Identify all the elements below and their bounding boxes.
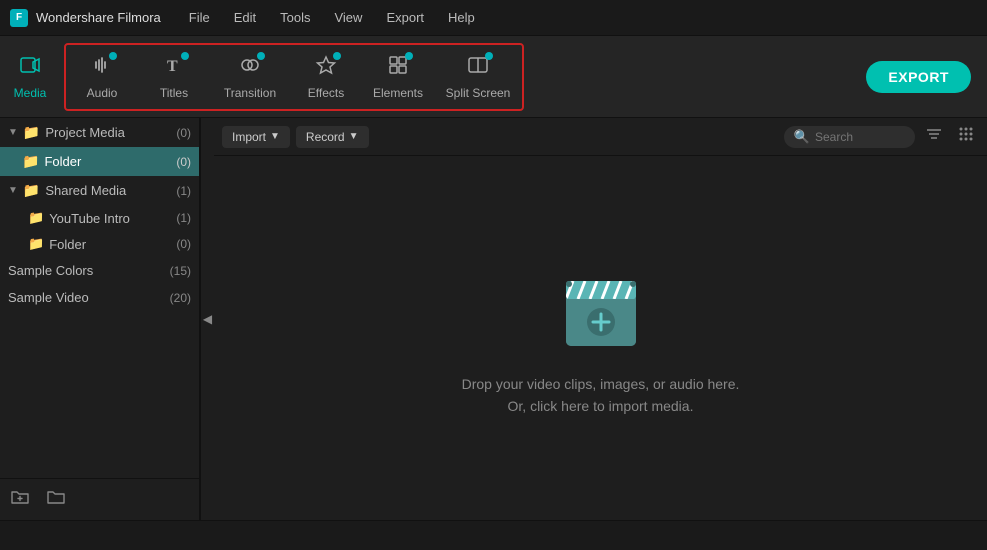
drop-text-line1: Drop your video clips, images, or audio … (462, 373, 740, 395)
filter-icon[interactable] (921, 125, 947, 148)
shared-media-label: Shared Media (45, 183, 126, 198)
svg-text:T: T (167, 58, 178, 75)
toolbar: Media Audio T (0, 36, 987, 118)
import-button[interactable]: Import ▼ (222, 126, 290, 148)
folder-label: Folder (44, 154, 81, 169)
app-logo: F (10, 9, 28, 27)
shared-media-count: (1) (176, 184, 191, 198)
shared-folder-icon: 📁 (28, 236, 44, 252)
toolbar-titles[interactable]: T Titles (138, 45, 210, 109)
sidebar-item-youtube-intro[interactable]: 📁 YouTube Intro (1) (0, 205, 199, 231)
titles-dot (181, 52, 189, 60)
record-label: Record (306, 130, 345, 144)
project-media-chevron: ▼ (8, 127, 18, 138)
drop-text: Drop your video clips, images, or audio … (462, 373, 740, 418)
record-arrow-icon: ▼ (349, 131, 359, 142)
shared-folder-count: (0) (176, 237, 191, 251)
toolbar-split-screen-label: Split Screen (446, 86, 511, 100)
toolbar-audio[interactable]: Audio (66, 45, 138, 109)
folder-icon: 📁 (22, 153, 39, 170)
toolbar-media[interactable]: Media (0, 36, 60, 117)
menu-file[interactable]: File (181, 0, 218, 35)
toolbar-transition[interactable]: Transition (210, 45, 290, 109)
sidebar-collapse-arrow[interactable]: ◀ (200, 118, 214, 520)
toolbar-split-screen[interactable]: Split Screen (434, 45, 522, 109)
menu-help[interactable]: Help (440, 0, 483, 35)
titlebar: F Wondershare Filmora File Edit Tools Vi… (0, 0, 987, 36)
sidebar-item-shared-media[interactable]: ▼ 📁 Shared Media (1) (0, 176, 199, 205)
sidebar-item-project-media[interactable]: ▼ 📁 Project Media (0) (0, 118, 199, 147)
split-screen-icon (467, 54, 489, 82)
secondary-toolbar: Import ▼ Record ▼ 🔍 (214, 118, 987, 156)
sample-colors-count: (15) (170, 264, 191, 278)
shared-folder-label: Folder (49, 237, 86, 252)
drop-text-line2: Or, click here to import media. (462, 395, 740, 417)
media-icon (19, 54, 41, 82)
youtube-intro-count: (1) (176, 211, 191, 225)
toolbar-effects[interactable]: Effects (290, 45, 362, 109)
project-media-count: (0) (176, 126, 191, 140)
shared-media-folder-icon: 📁 (23, 182, 40, 199)
menu-export[interactable]: Export (378, 0, 432, 35)
bottom-bar (0, 520, 987, 550)
toolbar-elements-label: Elements (373, 86, 423, 100)
youtube-intro-folder-icon: 📁 (28, 210, 44, 226)
toolbar-titles-label: Titles (160, 86, 188, 100)
new-folder-icon[interactable] (10, 487, 30, 512)
search-input[interactable] (815, 130, 905, 144)
toolbar-media-label: Media (14, 86, 47, 100)
app-name: Wondershare Filmora (36, 10, 161, 25)
sidebar-item-sample-colors[interactable]: Sample Colors (15) (0, 257, 199, 284)
folder-count: (0) (176, 155, 191, 169)
import-label: Import (232, 130, 266, 144)
toolbar-effects-label: Effects (308, 86, 344, 100)
toolbar-outlined-group: Audio T Titles (64, 43, 524, 111)
content-area: Import ▼ Record ▼ 🔍 (214, 118, 987, 520)
menu-tools[interactable]: Tools (272, 0, 318, 35)
transition-icon (239, 54, 261, 82)
sidebar-footer (0, 478, 199, 520)
youtube-intro-label: YouTube Intro (49, 211, 130, 226)
elements-dot (405, 52, 413, 60)
split-screen-dot (485, 52, 493, 60)
sample-colors-label: Sample Colors (8, 263, 93, 278)
sidebar: ▼ 📁 Project Media (0) 📁 Folder (0) ▼ 📁 S… (0, 118, 200, 520)
sidebar-item-folder[interactable]: 📁 Folder (0) (0, 147, 199, 176)
sample-video-count: (20) (170, 291, 191, 305)
toolbar-audio-label: Audio (87, 86, 118, 100)
grid-view-icon[interactable] (953, 125, 979, 148)
project-media-label: Project Media (45, 125, 124, 140)
toolbar-elements[interactable]: Elements (362, 45, 434, 109)
project-media-folder-icon: 📁 (23, 124, 40, 141)
effects-dot (333, 52, 341, 60)
menu-view[interactable]: View (326, 0, 370, 35)
audio-icon (91, 54, 113, 82)
import-arrow-icon: ▼ (270, 131, 280, 142)
record-button[interactable]: Record ▼ (296, 126, 369, 148)
audio-dot (109, 52, 117, 60)
shared-media-chevron: ▼ (8, 185, 18, 196)
sample-video-label: Sample Video (8, 290, 89, 305)
menu-edit[interactable]: Edit (226, 0, 264, 35)
toolbar-transition-label: Transition (224, 86, 276, 100)
sidebar-item-sample-video[interactable]: Sample Video (20) (0, 284, 199, 311)
add-folder-icon[interactable] (46, 487, 66, 512)
elements-icon (387, 54, 409, 82)
effects-icon (315, 54, 337, 82)
sidebar-item-shared-folder[interactable]: 📁 Folder (0) (0, 231, 199, 257)
export-button[interactable]: EXPORT (866, 61, 971, 93)
search-box[interactable]: 🔍 (784, 126, 915, 148)
main-area: ▼ 📁 Project Media (0) 📁 Folder (0) ▼ 📁 S… (0, 118, 987, 520)
titles-icon: T (163, 54, 185, 82)
clapper-icon (551, 259, 651, 359)
transition-dot (257, 52, 265, 60)
search-icon: 🔍 (794, 129, 810, 145)
drop-zone[interactable]: Drop your video clips, images, or audio … (214, 156, 987, 520)
